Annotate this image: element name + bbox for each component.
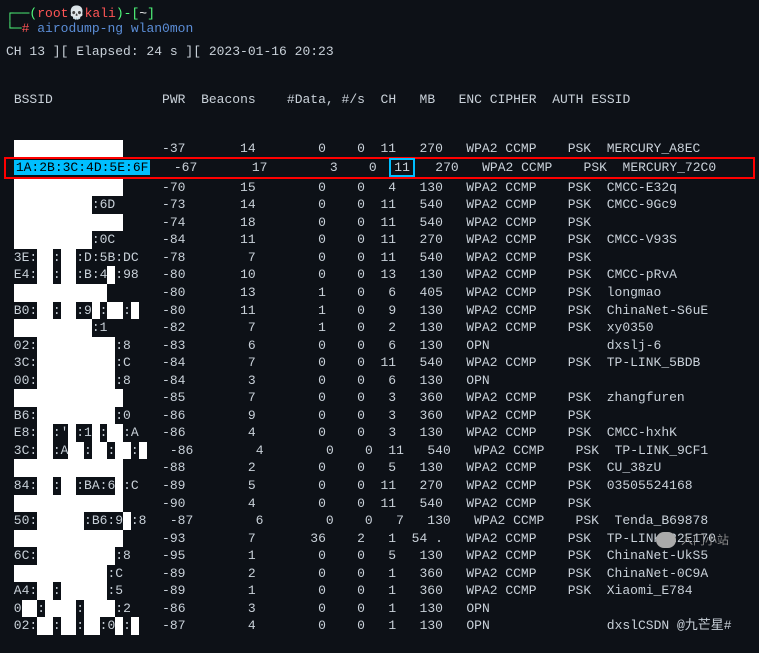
table-row: -80 13 1 0 6 405 WPA2 CCMP PSK longmao — [6, 284, 753, 302]
table-row: B6: :0 -86 9 0 0 3 360 WPA2 CCMP PSK — [6, 407, 753, 425]
table-row: 50: :B6:9 :8 -87 6 0 0 7 130 WPA2 CCMP P… — [6, 512, 753, 530]
network-table: BSSID PWR Beacons #Data, #/s CH MB ENC C… — [6, 73, 753, 653]
prompt-line-1: ┌──(root💀kali)-[~] — [6, 6, 753, 21]
table-row: 02: : : :0 : -87 4 0 0 1 130 OPN dxslCSD… — [6, 617, 753, 635]
table-row: 3C: :C -84 7 0 0 11 540 WPA2 CCMP PSK TP… — [6, 354, 753, 372]
table-row: :6D -73 14 0 0 11 540 WPA2 CCMP PSK CMCC… — [6, 196, 753, 214]
table-row: E8: :' :1 : :A -86 4 0 0 3 130 WPA2 CCMP… — [6, 424, 753, 442]
table-row: 00: :8 -84 3 0 0 6 130 OPN — [6, 372, 753, 390]
watermark-1: 入门小站 — [656, 531, 729, 548]
table-row: 3C: :A : : : -86 4 0 0 11 540 WPA2 CCMP … — [6, 442, 753, 460]
wechat-icon — [656, 532, 676, 548]
table-header: BSSID PWR Beacons #Data, #/s CH MB ENC C… — [6, 91, 753, 109]
table-row: :C -89 2 0 0 1 360 WPA2 CCMP PSK ChinaNe… — [6, 565, 753, 583]
table-row: A4: : :5 -89 1 0 0 1 360 WPA2 CCMP PSK X… — [6, 582, 753, 600]
status-line: CH 13 ][ Elapsed: 24 s ][ 2023-01-16 20:… — [6, 44, 753, 59]
table-row: B0: : :9 : : -80 11 1 0 9 130 WPA2 CCMP … — [6, 302, 753, 320]
table-row: -74 18 0 0 11 540 WPA2 CCMP PSK — [6, 214, 753, 232]
table-row: -70 15 0 0 4 130 WPA2 CCMP PSK CMCC-E32q — [6, 179, 753, 197]
table-row: 0 : : :2 -86 3 0 0 1 130 OPN — [6, 600, 753, 618]
table-row: 84: : :BA:6 :C -89 5 0 0 11 270 WPA2 CCM… — [6, 477, 753, 495]
table-row: -37 14 0 0 11 270 WPA2 CCMP PSK MERCURY_… — [6, 140, 753, 158]
table-row: :0C -84 11 0 0 11 270 WPA2 CCMP PSK CMCC… — [6, 231, 753, 249]
table-row: -90 4 0 0 11 540 WPA2 CCMP PSK — [6, 495, 753, 513]
table-row: 6C: :8 -95 1 0 0 5 130 WPA2 CCMP PSK Chi… — [6, 547, 753, 565]
table-row: -88 2 0 0 5 130 WPA2 CCMP PSK CU_38zU — [6, 459, 753, 477]
table-row: -85 7 0 0 3 360 WPA2 CCMP PSK zhangfuren — [6, 389, 753, 407]
table-row: -93 7 36 2 1 54 . WPA2 CCMP PSK TP-LINK_… — [6, 530, 753, 548]
table-row: :1 -82 7 1 0 2 130 WPA2 CCMP PSK xy0350 — [6, 319, 753, 337]
table-row: E4: : :B:4 :98 -80 10 0 0 13 130 WPA2 CC… — [6, 266, 753, 284]
table-row: 1A:2B:3C:4D:5E:6F -67 17 3 0 11 270 WPA2… — [4, 157, 755, 179]
prompt-line-2: └─# airodump-ng wlan0mon — [6, 21, 753, 36]
table-row: 3E: : :D:5B:DC -78 7 0 0 11 540 WPA2 CCM… — [6, 249, 753, 267]
table-row: 02: :8 -83 6 0 0 6 130 OPN dxslj-6 — [6, 337, 753, 355]
